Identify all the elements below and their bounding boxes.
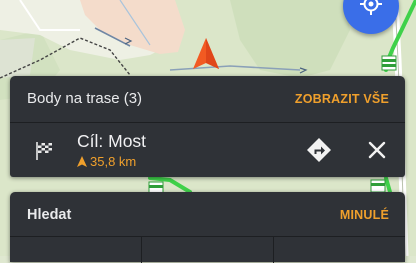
navigate-diamond-icon[interactable] [306, 137, 332, 163]
search-categories-row [10, 237, 405, 263]
search-panel: Hledat MINULÉ [10, 192, 405, 263]
grid-divider [273, 237, 274, 263]
finish-flag-icon [34, 141, 54, 166]
direction-arrow-icon [77, 156, 87, 167]
distance-value: 35,8 km [90, 154, 137, 169]
show-all-button[interactable]: ZOBRAZIT VŠE [295, 91, 389, 107]
search-header: Hledat MINULÉ [10, 192, 405, 237]
grid-divider [141, 237, 142, 263]
close-icon[interactable] [367, 140, 387, 160]
route-points-title: Body na trase (3) [27, 90, 143, 107]
recent-button[interactable]: MINULÉ [340, 207, 389, 223]
route-point-name: Cíl: Most [77, 131, 147, 151]
route-points-panel: Body na trase (3) ZOBRAZIT VŠE Cíl: Most… [10, 76, 405, 177]
route-point-item[interactable]: Cíl: Most 35,8 km [10, 123, 405, 177]
route-points-header: Body na trase (3) ZOBRAZIT VŠE [10, 76, 405, 123]
position-arrow-icon [191, 36, 221, 77]
crosshair-icon [360, 0, 382, 15]
search-title: Hledat [27, 207, 72, 223]
route-point-distance: 35,8 km [77, 154, 136, 169]
